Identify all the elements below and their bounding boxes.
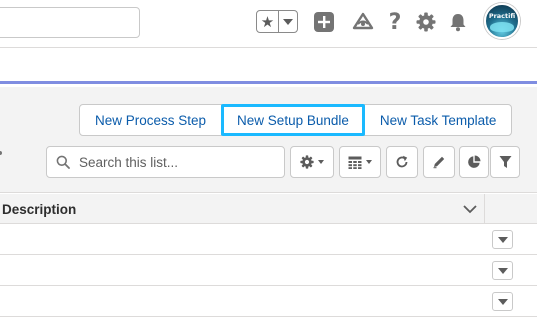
global-actions-button[interactable]: [312, 10, 336, 34]
setup-gear-icon: [416, 12, 436, 32]
list-view-header: New Process Step New Setup Bundle New Ta…: [0, 87, 537, 193]
new-setup-bundle-button[interactable]: New Setup Bundle: [221, 104, 365, 136]
table-row: [0, 224, 537, 255]
help-icon: ?: [388, 9, 402, 35]
add-icon: [314, 12, 334, 32]
chevron-down-icon[interactable]: [462, 202, 478, 216]
star-icon: ★: [260, 12, 275, 31]
avatar-logo-graphic: [490, 22, 514, 32]
list-settings-gear-icon: [300, 155, 314, 169]
new-task-template-button[interactable]: New Task Template: [363, 104, 513, 136]
list-table: Description: [0, 194, 537, 317]
chevron-down-icon: [497, 236, 508, 243]
row-actions-button[interactable]: [492, 292, 513, 311]
list-action-buttons: New Process Step New Setup Bundle New Ta…: [79, 104, 513, 136]
table-row: [0, 286, 537, 317]
refresh-icon: [396, 155, 408, 168]
help-button[interactable]: ?: [383, 9, 407, 35]
favorites-star-button[interactable]: ★: [257, 11, 279, 32]
avatar-logo-text: Practifi: [488, 12, 516, 20]
table-row: [0, 255, 537, 286]
chevron-down-icon: [366, 160, 372, 164]
trailhead-icon: [352, 12, 374, 30]
navigation-bar: [0, 48, 537, 84]
global-header: ★ ? Practifi: [0, 0, 537, 48]
table-header-row: Description: [0, 194, 537, 224]
notifications-button[interactable]: [446, 10, 470, 34]
trailhead-button[interactable]: [351, 10, 375, 34]
favorites-list-button[interactable]: [279, 11, 297, 32]
column-divider[interactable]: [484, 194, 485, 224]
chevron-down-icon: [497, 267, 508, 274]
edit-icon: [433, 156, 445, 169]
favorites-button-group: ★: [256, 10, 298, 33]
list-search-box: [46, 146, 285, 178]
row-actions-button[interactable]: [492, 230, 513, 249]
display-as-button[interactable]: [339, 146, 381, 178]
list-view-controls-button[interactable]: [290, 146, 334, 178]
chevron-down-icon: [497, 298, 508, 305]
filter-icon: [499, 156, 511, 168]
search-icon: [47, 147, 79, 177]
user-avatar[interactable]: Practifi: [484, 3, 520, 39]
global-search-input[interactable]: [0, 7, 140, 38]
notifications-bell-icon: [450, 14, 466, 32]
chevron-down-icon: [283, 18, 293, 25]
row-actions-button[interactable]: [492, 261, 513, 280]
list-search-input[interactable]: [79, 154, 269, 170]
show-charts-button[interactable]: [459, 146, 489, 178]
column-header-description[interactable]: Description: [2, 202, 76, 217]
inline-edit-button[interactable]: [423, 146, 455, 178]
chevron-down-icon: [318, 160, 324, 164]
setup-button[interactable]: [414, 10, 438, 34]
new-process-step-button[interactable]: New Process Step: [79, 104, 223, 136]
list-header-edge-marker: [0, 151, 2, 155]
refresh-button[interactable]: [386, 146, 418, 178]
chart-icon: [468, 155, 481, 168]
filters-button[interactable]: [490, 146, 520, 178]
display-table-icon: [348, 156, 362, 169]
